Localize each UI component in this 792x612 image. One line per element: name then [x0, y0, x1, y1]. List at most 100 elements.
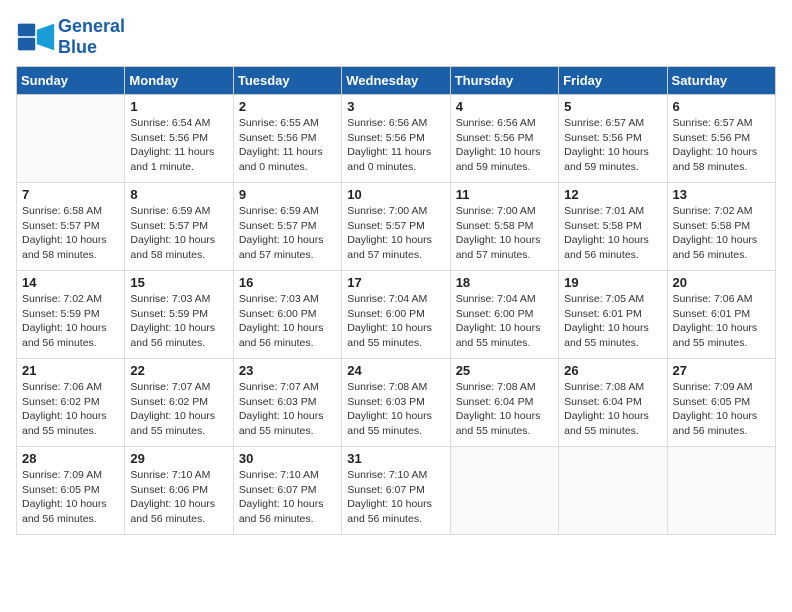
calendar-cell: 3Sunrise: 6:56 AM Sunset: 5:56 PM Daylig…: [342, 95, 450, 183]
calendar-cell: [450, 447, 558, 535]
day-info: Sunrise: 6:55 AM Sunset: 5:56 PM Dayligh…: [239, 116, 336, 175]
day-number: 14: [22, 275, 119, 290]
calendar-cell: 26 Sunrise: 7:08 AM Sunset: 6:04 PM Dayli…: [559, 359, 667, 447]
day-number: 19: [564, 275, 661, 290]
calendar-cell: 16Sunrise: 7:03 AM Sunset: 6:00 PM Dayli…: [233, 271, 341, 359]
logo-text: General Blue: [58, 16, 125, 58]
calendar-cell: 7 Sunrise: 6:58 AM Sunset: 5:57 PM Daylig…: [17, 183, 125, 271]
day-number: 4: [456, 99, 553, 114]
weekday-header-friday: Friday: [559, 67, 667, 95]
day-info: Sunrise: 7:09 AM Sunset: 6:05 PM Dayligh…: [22, 468, 119, 527]
day-number: 18: [456, 275, 553, 290]
day-number: 16: [239, 275, 336, 290]
calendar-cell: 18 Sunrise: 7:04 AM Sunset: 6:00 PM Dayli…: [450, 271, 558, 359]
calendar-cell: 5 Sunrise: 6:57 AM Sunset: 5:56 PM Daylig…: [559, 95, 667, 183]
calendar-cell: 31 Sunrise: 7:10 AM Sunset: 6:07 PM Dayli…: [342, 447, 450, 535]
day-number: 17: [347, 275, 444, 290]
week-row-1: 1 Sunrise: 6:54 AM Sunset: 5:56 PM Daylig…: [17, 95, 776, 183]
weekday-header-sunday: Sunday: [17, 67, 125, 95]
calendar-cell: 12Sunrise: 7:01 AM Sunset: 5:58 PM Dayli…: [559, 183, 667, 271]
calendar-cell: 6Sunrise: 6:57 AM Sunset: 5:56 PM Daylig…: [667, 95, 775, 183]
weekday-header-thursday: Thursday: [450, 67, 558, 95]
calendar-cell: 14 Sunrise: 7:02 AM Sunset: 5:59 PM Dayli…: [17, 271, 125, 359]
day-info: Sunrise: 7:07 AM Sunset: 6:03 PM Dayligh…: [239, 380, 336, 439]
day-info: Sunrise: 7:06 AM Sunset: 6:02 PM Dayligh…: [22, 380, 119, 439]
logo-general: General: [58, 16, 125, 36]
day-number: 28: [22, 451, 119, 466]
day-number: 23: [239, 363, 336, 378]
day-number: 6: [673, 99, 770, 114]
calendar-table: SundayMondayTuesdayWednesdayThursdayFrid…: [16, 66, 776, 535]
calendar-cell: 9 Sunrise: 6:59 AM Sunset: 5:57 PM Daylig…: [233, 183, 341, 271]
day-number: 26: [564, 363, 661, 378]
week-row-5: 28 Sunrise: 7:09 AM Sunset: 6:05 PM Dayli…: [17, 447, 776, 535]
day-info: Sunrise: 7:09 AM Sunset: 6:05 PM Dayligh…: [673, 380, 770, 439]
calendar-cell: 10 Sunrise: 7:00 AM Sunset: 5:57 PM Dayli…: [342, 183, 450, 271]
day-number: 29: [130, 451, 227, 466]
day-number: 5: [564, 99, 661, 114]
calendar-cell: 8 Sunrise: 6:59 AM Sunset: 5:57 PM Daylig…: [125, 183, 233, 271]
day-info: Sunrise: 6:59 AM Sunset: 5:57 PM Dayligh…: [239, 204, 336, 263]
calendar-cell: 13 Sunrise: 7:02 AM Sunset: 5:58 PM Dayli…: [667, 183, 775, 271]
weekday-header-monday: Monday: [125, 67, 233, 95]
day-number: 20: [673, 275, 770, 290]
day-info: Sunrise: 7:10 AM Sunset: 6:06 PM Dayligh…: [130, 468, 227, 527]
day-info: Sunrise: 6:59 AM Sunset: 5:57 PM Dayligh…: [130, 204, 227, 263]
day-info: Sunrise: 6:57 AM Sunset: 5:56 PM Dayligh…: [564, 116, 661, 175]
day-number: 25: [456, 363, 553, 378]
calendar-cell: 30Sunrise: 7:10 AM Sunset: 6:07 PM Dayli…: [233, 447, 341, 535]
day-number: 11: [456, 187, 553, 202]
day-info: Sunrise: 7:02 AM Sunset: 5:58 PM Dayligh…: [673, 204, 770, 263]
calendar-cell: 1 Sunrise: 6:54 AM Sunset: 5:56 PM Daylig…: [125, 95, 233, 183]
day-info: Sunrise: 7:10 AM Sunset: 6:07 PM Dayligh…: [347, 468, 444, 527]
calendar-cell: 28 Sunrise: 7:09 AM Sunset: 6:05 PM Dayli…: [17, 447, 125, 535]
calendar-cell: 27Sunrise: 7:09 AM Sunset: 6:05 PM Dayli…: [667, 359, 775, 447]
weekday-header-row: SundayMondayTuesdayWednesdayThursdayFrid…: [17, 67, 776, 95]
day-number: 10: [347, 187, 444, 202]
day-number: 24: [347, 363, 444, 378]
logo-blue: Blue: [58, 37, 97, 57]
week-row-4: 21Sunrise: 7:06 AM Sunset: 6:02 PM Dayli…: [17, 359, 776, 447]
calendar-cell: 4Sunrise: 6:56 AM Sunset: 5:56 PM Daylig…: [450, 95, 558, 183]
day-info: Sunrise: 7:00 AM Sunset: 5:57 PM Dayligh…: [347, 204, 444, 263]
day-info: Sunrise: 7:03 AM Sunset: 5:59 PM Dayligh…: [130, 292, 227, 351]
calendar-cell: 11 Sunrise: 7:00 AM Sunset: 5:58 PM Dayli…: [450, 183, 558, 271]
day-number: 9: [239, 187, 336, 202]
day-number: 22: [130, 363, 227, 378]
day-number: 1: [130, 99, 227, 114]
week-row-2: 7 Sunrise: 6:58 AM Sunset: 5:57 PM Daylig…: [17, 183, 776, 271]
calendar-cell: 21Sunrise: 7:06 AM Sunset: 6:02 PM Dayli…: [17, 359, 125, 447]
day-info: Sunrise: 7:04 AM Sunset: 6:00 PM Dayligh…: [456, 292, 553, 351]
calendar-cell: [667, 447, 775, 535]
day-number: 7: [22, 187, 119, 202]
day-info: Sunrise: 7:02 AM Sunset: 5:59 PM Dayligh…: [22, 292, 119, 351]
day-info: Sunrise: 7:08 AM Sunset: 6:03 PM Dayligh…: [347, 380, 444, 439]
day-info: Sunrise: 7:00 AM Sunset: 5:58 PM Dayligh…: [456, 204, 553, 263]
calendar-cell: 24 Sunrise: 7:08 AM Sunset: 6:03 PM Dayli…: [342, 359, 450, 447]
day-number: 31: [347, 451, 444, 466]
week-row-3: 14 Sunrise: 7:02 AM Sunset: 5:59 PM Dayli…: [17, 271, 776, 359]
weekday-header-saturday: Saturday: [667, 67, 775, 95]
weekday-header-wednesday: Wednesday: [342, 67, 450, 95]
day-info: Sunrise: 7:08 AM Sunset: 6:04 PM Dayligh…: [564, 380, 661, 439]
day-number: 2: [239, 99, 336, 114]
day-info: Sunrise: 7:06 AM Sunset: 6:01 PM Dayligh…: [673, 292, 770, 351]
day-info: Sunrise: 7:07 AM Sunset: 6:02 PM Dayligh…: [130, 380, 227, 439]
day-number: 12: [564, 187, 661, 202]
calendar-cell: 23 Sunrise: 7:07 AM Sunset: 6:03 PM Dayli…: [233, 359, 341, 447]
day-info: Sunrise: 6:58 AM Sunset: 5:57 PM Dayligh…: [22, 204, 119, 263]
day-info: Sunrise: 7:05 AM Sunset: 6:01 PM Dayligh…: [564, 292, 661, 351]
calendar-cell: 17 Sunrise: 7:04 AM Sunset: 6:00 PM Dayli…: [342, 271, 450, 359]
calendar-cell: 20 Sunrise: 7:06 AM Sunset: 6:01 PM Dayli…: [667, 271, 775, 359]
day-number: 13: [673, 187, 770, 202]
calendar-cell: [17, 95, 125, 183]
day-info: Sunrise: 7:04 AM Sunset: 6:00 PM Dayligh…: [347, 292, 444, 351]
day-number: 8: [130, 187, 227, 202]
day-info: Sunrise: 6:56 AM Sunset: 5:56 PM Dayligh…: [347, 116, 444, 175]
day-info: Sunrise: 6:54 AM Sunset: 5:56 PM Dayligh…: [130, 116, 227, 175]
day-info: Sunrise: 7:10 AM Sunset: 6:07 PM Dayligh…: [239, 468, 336, 527]
calendar-cell: 25Sunrise: 7:08 AM Sunset: 6:04 PM Dayli…: [450, 359, 558, 447]
calendar-cell: 19 Sunrise: 7:05 AM Sunset: 6:01 PM Dayli…: [559, 271, 667, 359]
logo-icon: [16, 22, 56, 52]
calendar-cell: 29 Sunrise: 7:10 AM Sunset: 6:06 PM Dayli…: [125, 447, 233, 535]
